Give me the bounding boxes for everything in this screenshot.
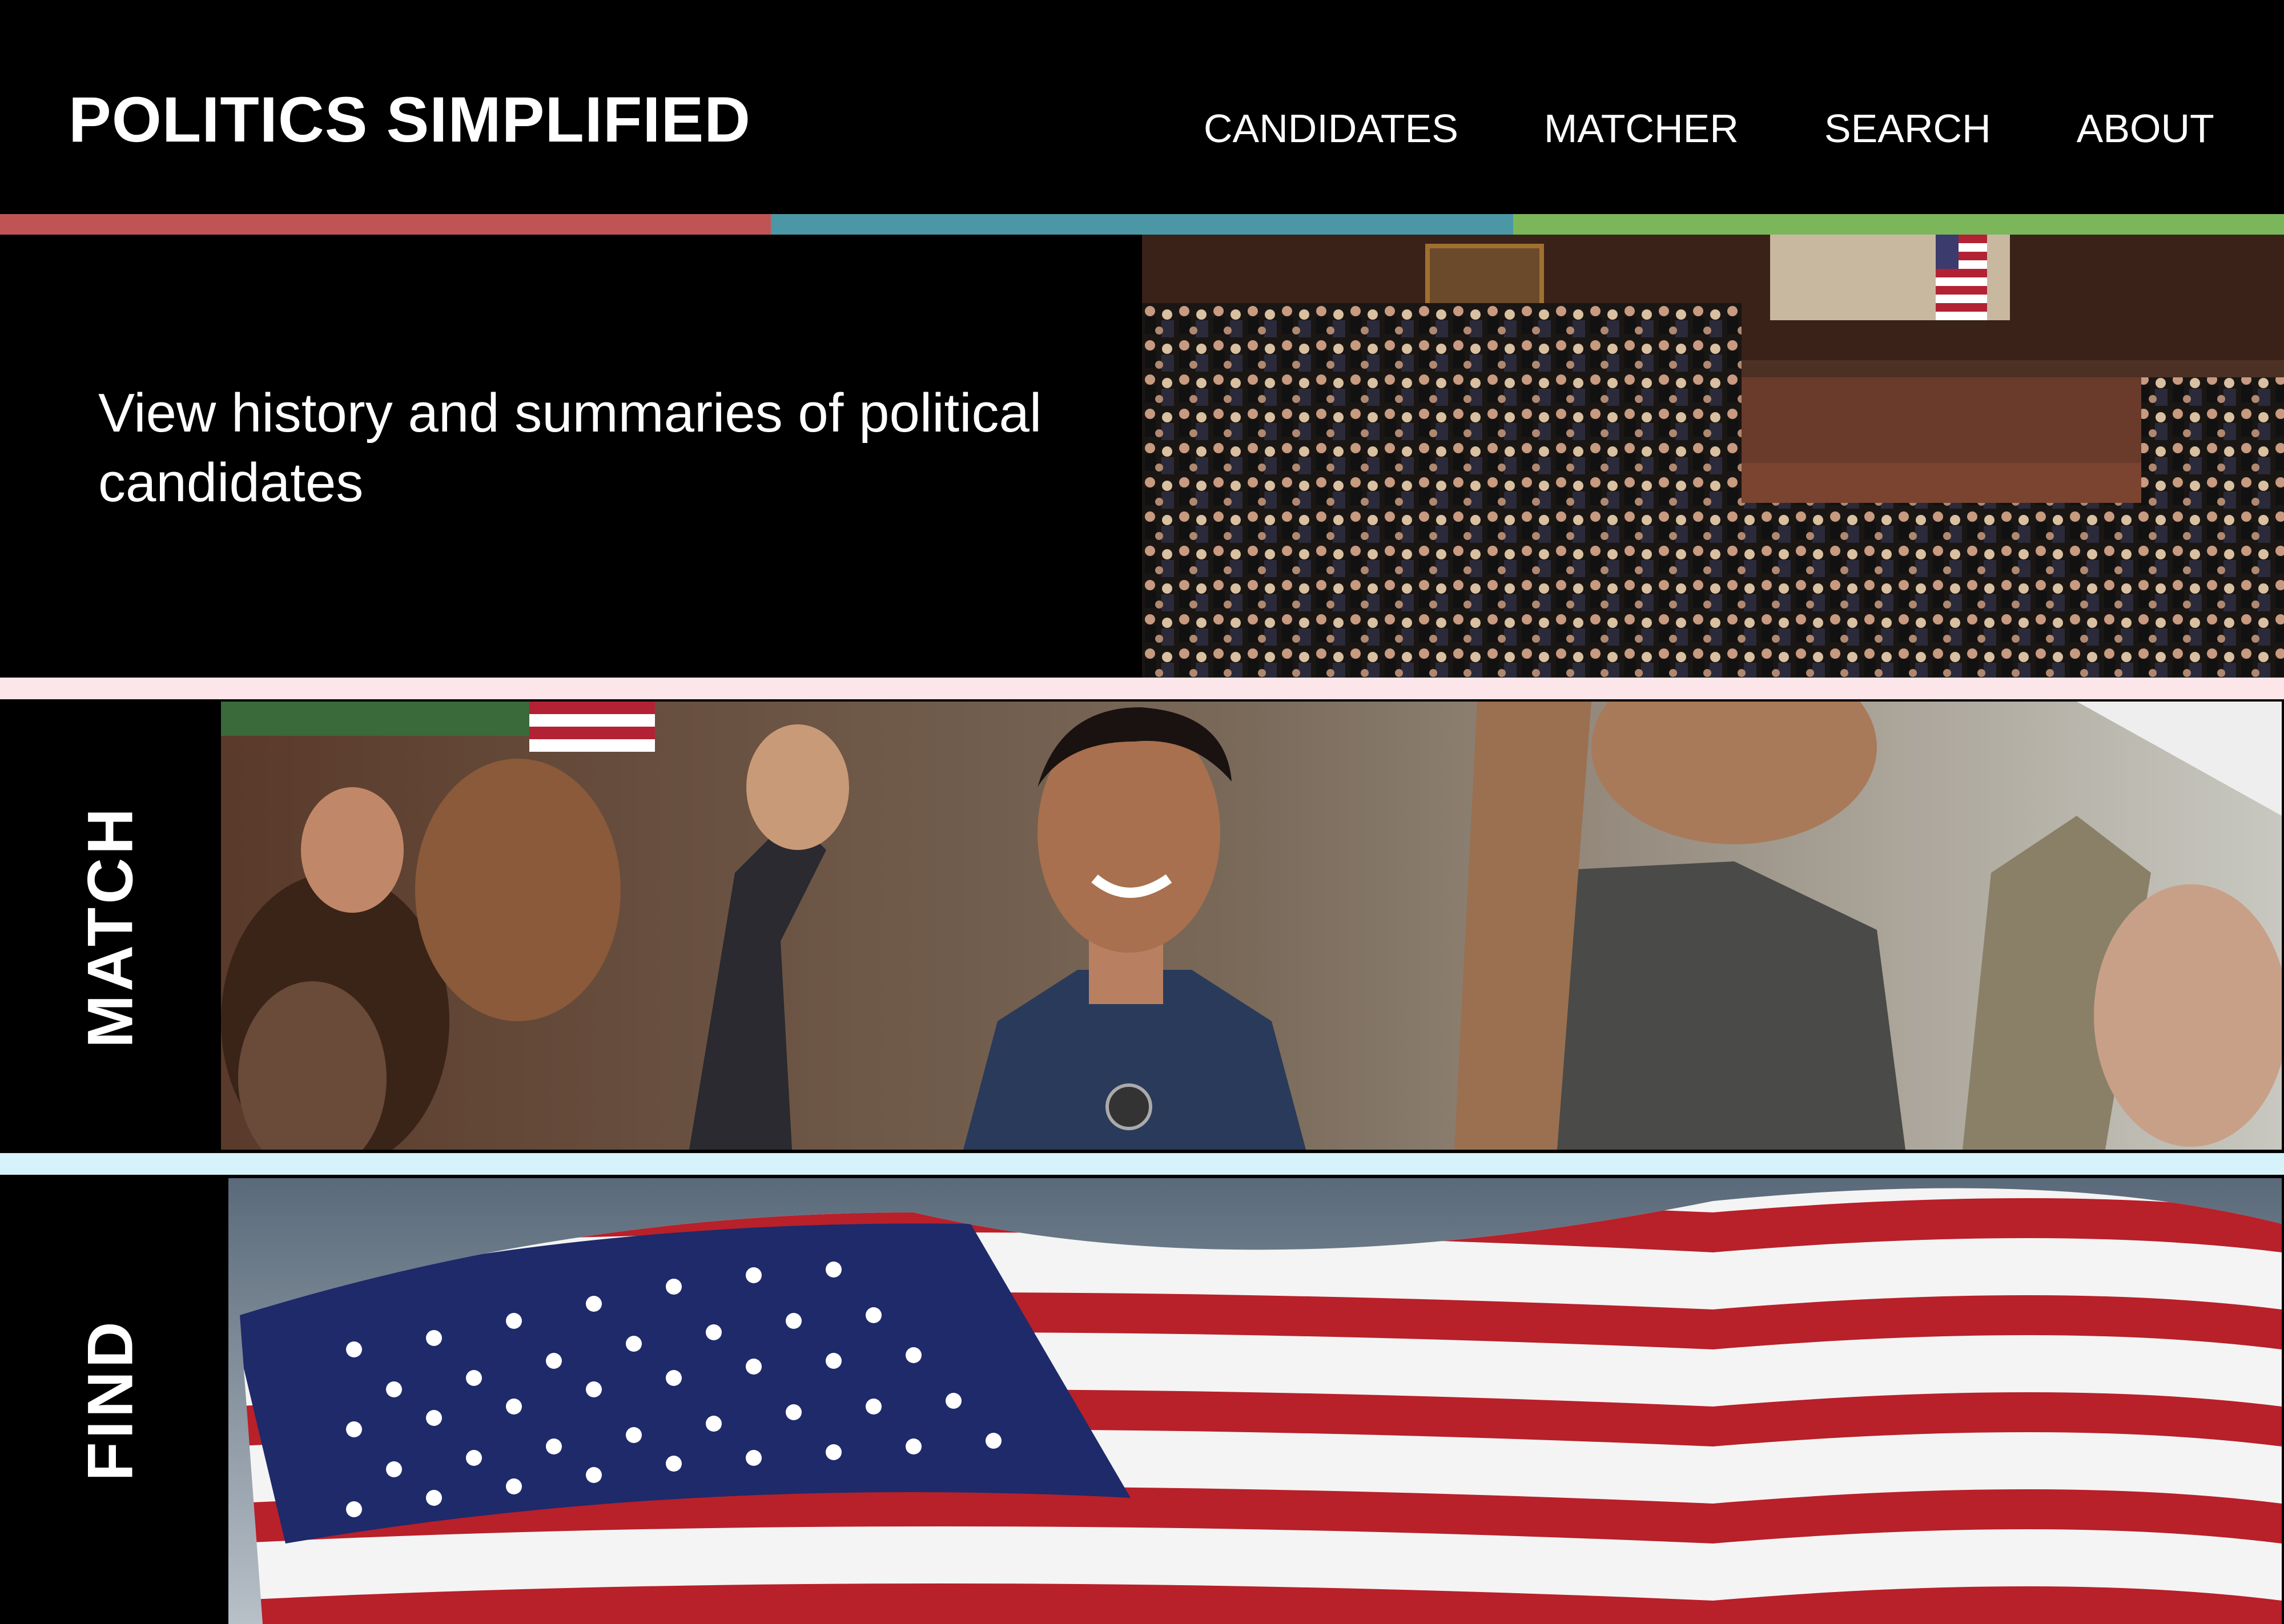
accent-bar-teal <box>771 214 1513 235</box>
view-description: View history and summaries of political … <box>98 382 1042 513</box>
match-label-panel[interactable]: MATCH <box>0 699 220 1153</box>
match-section: MATCH <box>0 699 2284 1153</box>
house-chamber-photo[interactable] <box>1142 235 2284 678</box>
site-header: POLITICS SIMPLIFIED CANDIDATES MATCHER S… <box>0 0 2284 214</box>
section-divider <box>0 678 2284 699</box>
match-label: MATCH <box>74 804 146 1048</box>
nav-search[interactable]: SEARCH <box>1824 103 1991 154</box>
find-label: FIND <box>74 1317 146 1481</box>
section-divider <box>0 1153 2284 1175</box>
accent-bar-red <box>0 214 771 235</box>
nav-about[interactable]: ABOUT <box>2077 103 2214 154</box>
find-section: FIND <box>0 1175 2284 1624</box>
site-logo[interactable]: POLITICS SIMPLIFIED <box>69 80 751 160</box>
nav-matcher[interactable]: MATCHER <box>1544 103 1739 154</box>
view-section: View history and summaries of political … <box>0 235 2284 678</box>
cheering-crowd-photo[interactable] <box>221 702 2282 1150</box>
accent-bar-green <box>1513 214 2284 235</box>
find-label-panel[interactable]: FIND <box>0 1175 220 1624</box>
american-flag-photo[interactable] <box>228 1178 2282 1624</box>
main-nav: CANDIDATES MATCHER SEARCH ABOUT <box>1204 103 2214 154</box>
nav-candidates[interactable]: CANDIDATES <box>1204 103 1458 154</box>
